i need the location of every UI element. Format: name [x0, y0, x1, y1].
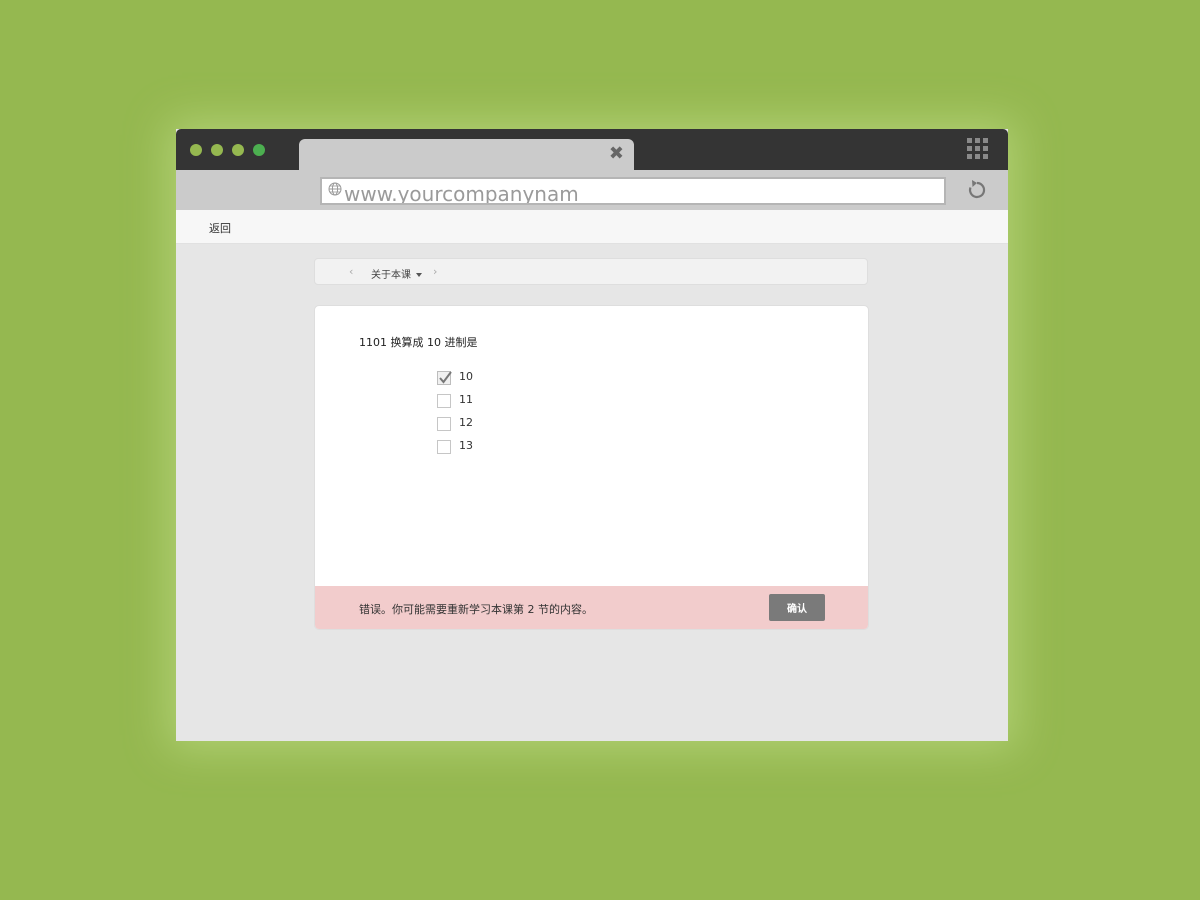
confirm-button[interactable]: 确认 [769, 594, 825, 621]
checkbox[interactable] [437, 371, 452, 385]
window-dot-1[interactable] [190, 144, 202, 156]
answer-option-label: 11 [459, 393, 473, 406]
close-icon[interactable]: ✖ [609, 145, 624, 163]
question-text: 1101 换算成 10 进制是 [359, 336, 478, 349]
browser-toolbar: www.yourcompanynam [176, 170, 1008, 210]
lesson-title: 关于本课 [371, 270, 411, 281]
feedback-banner: 错误。你可能需要重新学习本课第 2 节的内容。 确认 [315, 586, 868, 629]
window-dot-3[interactable] [232, 144, 244, 156]
address-bar[interactable]: www.yourcompanynam [320, 177, 946, 205]
checkbox[interactable] [437, 440, 451, 454]
answer-option-label: 12 [459, 416, 473, 429]
window-dot-4[interactable] [253, 144, 265, 156]
globe-icon [328, 182, 342, 196]
lesson-dropdown[interactable]: 关于本课 [371, 266, 422, 281]
feedback-message: 错误。你可能需要重新学习本课第 2 节的内容。 [359, 603, 593, 616]
checkbox[interactable] [437, 394, 451, 408]
checkmark-icon [439, 371, 452, 384]
url-text[interactable]: www.yourcompanynam [344, 181, 579, 203]
reload-icon[interactable] [966, 179, 988, 201]
quiz-card: 1101 换算成 10 进制是 10 11 12 13 错误。你可能需要重新学习… [314, 305, 869, 630]
chevron-right-icon[interactable]: › [433, 265, 437, 278]
browser-window: ✖ www.yourcompanynam 返回 ‹ 关于本课 › 1101 换算… [176, 129, 1008, 741]
answer-option-label: 10 [459, 370, 473, 383]
browser-tab[interactable]: ✖ [299, 139, 634, 170]
app-header: 返回 [176, 210, 1008, 244]
caret-down-icon [416, 273, 422, 277]
chevron-left-icon[interactable]: ‹ [349, 265, 353, 278]
checkbox[interactable] [437, 417, 451, 431]
lesson-nav: ‹ 关于本课 › [314, 258, 868, 285]
browser-titlebar: ✖ [176, 129, 1008, 170]
answer-option-label: 13 [459, 439, 473, 452]
back-link[interactable]: 返回 [209, 220, 231, 236]
window-dot-2[interactable] [211, 144, 223, 156]
grid-icon[interactable] [967, 138, 988, 159]
